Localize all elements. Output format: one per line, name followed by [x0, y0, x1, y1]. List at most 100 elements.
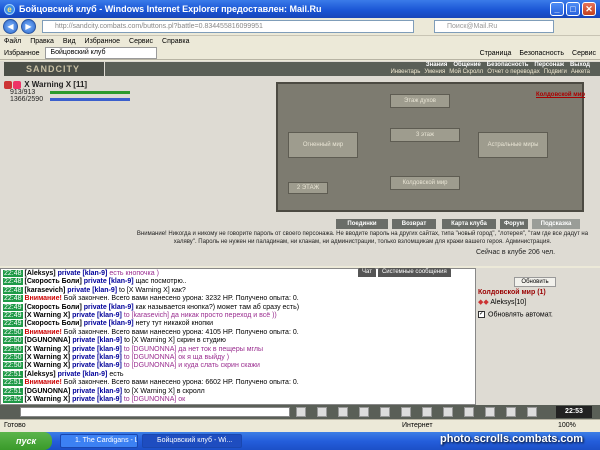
- location-link[interactable]: Колдовской мир: [536, 92, 585, 98]
- auto-refresh-toggle[interactable]: ✓ Обновлять автомат.: [478, 311, 553, 318]
- chat-timestamp[interactable]: 22:52: [3, 396, 23, 403]
- menu-security[interactable]: Безопасность: [487, 62, 529, 69]
- tab-system-messages[interactable]: Системные сообщения: [377, 268, 451, 277]
- club-map-button[interactable]: Карта клуба: [442, 219, 496, 229]
- task-browser[interactable]: Бойцовский клуб - Wi...: [142, 434, 242, 448]
- chat-nick[interactable]: [DGUNONNA]: [24, 388, 70, 395]
- menu-chat[interactable]: Общение: [453, 62, 480, 69]
- chat-nick[interactable]: [karasevich]: [24, 287, 65, 294]
- chat-input[interactable]: [20, 407, 290, 417]
- chat-timestamp[interactable]: 22:49: [3, 312, 23, 319]
- chat-timestamp[interactable]: 22:48: [3, 286, 23, 294]
- chat-nick[interactable]: [X Warning X]: [24, 354, 70, 361]
- clear-icon[interactable]: [338, 407, 348, 417]
- chat-nick[interactable]: [Aleksys]: [24, 371, 55, 378]
- chat-timestamp[interactable]: 22:49: [3, 303, 23, 311]
- chat-nick[interactable]: [X Warning X]: [24, 346, 70, 353]
- menu-scroll[interactable]: Мой Скролл: [449, 69, 483, 76]
- help-icon[interactable]: [527, 407, 537, 417]
- chat-nick[interactable]: [X Warning X]: [24, 362, 70, 369]
- chat-private-tag[interactable]: private [klan-9]: [58, 371, 108, 378]
- menu-transfers[interactable]: Отчет о переводах: [487, 69, 540, 76]
- task-music-player[interactable]: 1. The Cardigans - Lo...: [60, 434, 138, 448]
- map-spirit-floor[interactable]: Этаж духов: [390, 94, 450, 108]
- browser-tab[interactable]: Бойцовский клуб: [45, 47, 158, 59]
- chat-timestamp[interactable]: 22:49: [3, 320, 23, 328]
- character-name[interactable]: X Warning X [11]: [4, 80, 87, 89]
- chat-timestamp[interactable]: 22:48: [3, 270, 23, 277]
- menu-view[interactable]: Вид: [63, 36, 76, 47]
- menu-feats[interactable]: Подвиги: [544, 69, 567, 76]
- menu-favorites[interactable]: Избранное: [85, 36, 120, 47]
- map-astral-worlds[interactable]: Астральные миры: [478, 132, 548, 158]
- chat-nick[interactable]: [Скорость Боли]: [24, 304, 81, 311]
- chat-nick[interactable]: [DGUNONNA]: [24, 337, 70, 344]
- map-fire-world[interactable]: Огненный мир: [288, 132, 358, 158]
- chat-private-tag[interactable]: private [klan-9]: [58, 270, 108, 277]
- chat-timestamp[interactable]: 22:50: [3, 354, 23, 361]
- menu-knowledge[interactable]: Знания: [426, 62, 448, 69]
- scroll-icon[interactable]: [485, 407, 495, 417]
- chat-timestamp[interactable]: 22:50: [3, 337, 23, 345]
- chat-private-tag[interactable]: private [klan-9]: [72, 388, 122, 395]
- chat-private-tag[interactable]: private [klan-9]: [72, 337, 122, 344]
- tab-chat[interactable]: Чат: [358, 268, 376, 277]
- page-menu[interactable]: Страница: [480, 50, 512, 57]
- maximize-button[interactable]: □: [566, 2, 580, 16]
- chat-nick[interactable]: [X Warning X]: [24, 396, 70, 403]
- chat-timestamp[interactable]: 22:51: [3, 387, 23, 395]
- menu-exit[interactable]: Выход: [570, 62, 590, 69]
- zoom-level[interactable]: 100%: [558, 420, 576, 432]
- start-button[interactable]: пуск: [0, 432, 52, 450]
- checkbox-icon[interactable]: ✓: [478, 311, 485, 318]
- tools-menu[interactable]: Сервис: [572, 50, 596, 57]
- chat-private-tag[interactable]: private [klan-9]: [72, 362, 122, 369]
- forum-button[interactable]: Форум: [500, 219, 528, 229]
- smile-icon[interactable]: [296, 407, 306, 417]
- menu-help[interactable]: Справка: [162, 36, 189, 47]
- chat-timestamp[interactable]: 22:48: [3, 278, 23, 286]
- room-member[interactable]: ◆◆ Aleksys[10]: [478, 298, 526, 306]
- menu-skills[interactable]: Умения: [424, 69, 445, 76]
- minimize-button[interactable]: _: [550, 2, 564, 16]
- url-input[interactable]: http://sandcity.combats.com/buttons.pl?b…: [42, 20, 414, 33]
- chat-private-tag[interactable]: private [klan-9]: [72, 312, 122, 319]
- chat-private-tag[interactable]: private [klan-9]: [72, 346, 122, 353]
- menu-profile[interactable]: Анкета: [571, 69, 590, 76]
- chat-timestamp[interactable]: 22:51: [3, 370, 23, 378]
- chat-timestamp[interactable]: 22:50: [3, 328, 23, 336]
- chat-nick[interactable]: [Скорость Боли]: [24, 320, 81, 327]
- map-sorcery-world[interactable]: Колдовской мир: [390, 176, 460, 190]
- close-button[interactable]: ✕: [582, 2, 596, 16]
- return-button[interactable]: Возврат: [392, 219, 436, 229]
- info-icon[interactable]: [506, 407, 516, 417]
- chat-nick[interactable]: [X Warning X]: [24, 312, 70, 319]
- trade-icon[interactable]: [401, 407, 411, 417]
- search-input[interactable]: Поиск@Mail.Ru: [434, 20, 554, 33]
- menu-edit[interactable]: Правка: [30, 36, 54, 47]
- chat-private-tag[interactable]: private [klan-9]: [67, 287, 117, 294]
- send-icon[interactable]: [317, 407, 327, 417]
- chat-private-tag[interactable]: private [klan-9]: [72, 396, 122, 403]
- chat-nick[interactable]: [Aleksys]: [24, 270, 55, 277]
- refresh-button[interactable]: Обновить: [514, 277, 556, 287]
- chat-timestamp[interactable]: 22:51: [3, 379, 23, 387]
- settings-icon[interactable]: [443, 407, 453, 417]
- filter-icon[interactable]: [359, 407, 369, 417]
- chat-timestamp[interactable]: 22:48: [3, 295, 23, 303]
- battles-button[interactable]: Поединки: [336, 219, 388, 229]
- chat-timestamp[interactable]: 22:50: [3, 345, 23, 353]
- safety-menu[interactable]: Безопасность: [519, 50, 564, 57]
- menu-character[interactable]: Персонаж: [534, 62, 564, 69]
- map-floor-3[interactable]: 3 этаж: [390, 128, 460, 142]
- menu-file[interactable]: Файл: [4, 36, 21, 47]
- back-icon[interactable]: ◀: [3, 19, 18, 34]
- chat-nick[interactable]: [Скорость Боли]: [24, 278, 81, 285]
- refresh-icon[interactable]: [464, 407, 474, 417]
- hint-button[interactable]: Подсказка: [532, 219, 580, 229]
- map-icon[interactable]: [422, 407, 432, 417]
- chat-private-tag[interactable]: private [klan-9]: [84, 320, 134, 327]
- chat-timestamp[interactable]: 22:50: [3, 362, 23, 370]
- map-floor-2[interactable]: 2 ЭТАЖ: [288, 182, 328, 194]
- menu-tools[interactable]: Сервис: [129, 36, 153, 47]
